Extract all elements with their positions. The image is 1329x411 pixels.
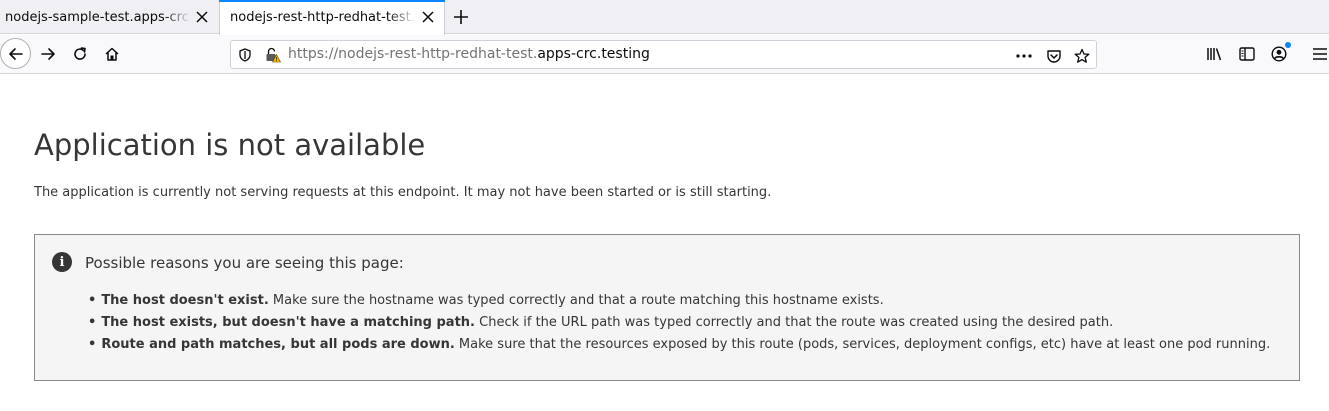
- navigation-toolbar: https://nodejs-rest-http-redhat-test.app…: [0, 35, 1329, 74]
- account-icon: [1271, 46, 1287, 62]
- reason-strong: Route and path matches, but all pods are…: [101, 337, 455, 352]
- tab-title: nodejs-rest-http-redhat-test.apps-crc.te…: [230, 10, 416, 25]
- menu-button[interactable]: [1310, 44, 1329, 64]
- reason-strong: The host exists, but doesn't have a matc…: [101, 315, 475, 330]
- forward-button[interactable]: [33, 39, 63, 69]
- tab-nodejs-rest-http[interactable]: nodejs-rest-http-redhat-test.apps-crc.te…: [219, 0, 445, 35]
- tracking-shield-icon[interactable]: [237, 47, 253, 63]
- pocket-icon[interactable]: [1045, 47, 1063, 65]
- list-item: The host doesn't exist. Make sure the ho…: [88, 290, 1270, 312]
- list-item: The host exists, but doesn't have a matc…: [88, 312, 1270, 334]
- home-icon: [105, 47, 119, 61]
- plus-icon: [454, 10, 468, 24]
- back-arrow-icon: [8, 47, 23, 60]
- account-button[interactable]: [1269, 42, 1291, 64]
- reasons-panel: i Possible reasons you are seeing this p…: [34, 234, 1300, 381]
- home-button[interactable]: [97, 39, 127, 69]
- reload-icon: [74, 47, 86, 60]
- library-icon: [1207, 48, 1222, 61]
- url-bar[interactable]: https://nodejs-rest-http-redhat-test.app…: [230, 40, 1097, 69]
- url-text: https://nodejs-rest-http-redhat-test.app…: [288, 46, 650, 62]
- forward-arrow-icon: [41, 48, 55, 60]
- reason-text: Make sure the hostname was typed correct…: [268, 293, 884, 308]
- reasons-title: Possible reasons you are seeing this pag…: [85, 254, 404, 272]
- reason-text: Make sure that the resources exposed by …: [454, 337, 1271, 352]
- reload-button[interactable]: [65, 39, 95, 69]
- tab-strip: nodejs-sample-test.apps-crc.testing node…: [0, 0, 1329, 35]
- new-tab-button[interactable]: [449, 5, 473, 29]
- url-prefix: https://nodejs-rest-http-redhat-test.: [288, 46, 538, 62]
- notification-badge: [1285, 42, 1291, 48]
- page-content: Application is not available The applica…: [0, 75, 1329, 411]
- info-icon: i: [52, 252, 72, 272]
- page-title: Application is not available: [34, 128, 426, 162]
- page-actions-icon[interactable]: [1015, 47, 1033, 65]
- library-button[interactable]: [1205, 44, 1225, 64]
- reason-text: Check if the URL path was typed correctl…: [475, 315, 1114, 330]
- close-icon[interactable]: [420, 9, 436, 25]
- reason-list: The host doesn't exist. Make sure the ho…: [88, 290, 1270, 356]
- sidebar-button[interactable]: [1237, 44, 1257, 64]
- reason-strong: The host doesn't exist.: [101, 293, 269, 308]
- tab-nodejs-sample[interactable]: nodejs-sample-test.apps-crc.testing: [0, 0, 218, 34]
- list-item: Route and path matches, but all pods are…: [88, 334, 1270, 356]
- hamburger-menu-icon: [1313, 48, 1327, 60]
- sidebar-icon: [1239, 47, 1255, 61]
- page-description: The application is currently not serving…: [34, 185, 772, 200]
- close-icon[interactable]: [194, 9, 210, 25]
- tab-title: nodejs-sample-test.apps-crc.testing: [5, 9, 191, 25]
- back-button[interactable]: [0, 38, 31, 69]
- insecure-lock-icon[interactable]: [265, 47, 281, 63]
- bookmark-star-icon[interactable]: [1073, 47, 1091, 65]
- url-domain: apps-crc.testing: [537, 46, 650, 62]
